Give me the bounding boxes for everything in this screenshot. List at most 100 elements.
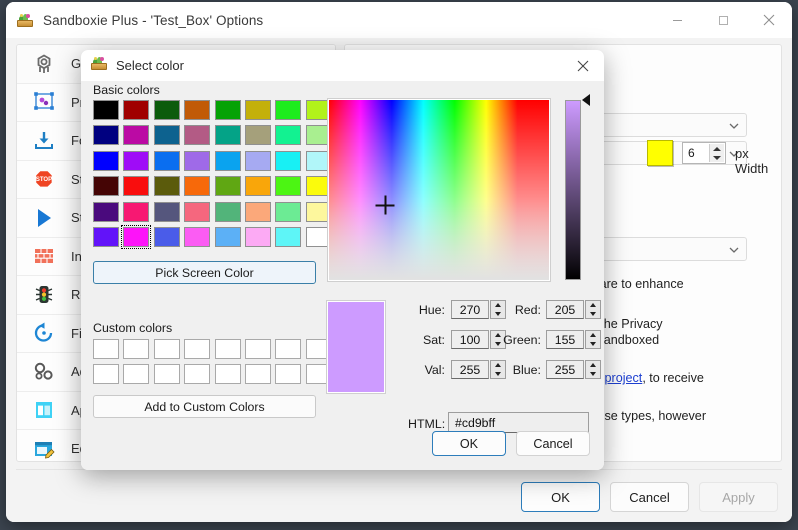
chevron-up-icon[interactable] [590,333,596,338]
basic-color-swatch[interactable] [244,150,271,171]
close-icon[interactable] [746,2,792,38]
px-width-stepper[interactable]: 6 [682,142,726,164]
basic-color-swatch[interactable] [153,176,180,197]
basic-color-swatch[interactable] [275,125,302,146]
basic-color-swatch[interactable] [214,176,241,197]
basic-color-swatch[interactable] [153,226,180,247]
stepper-arrows[interactable] [709,144,724,162]
border-color-swatch[interactable] [647,140,673,166]
custom-color-swatch[interactable] [214,339,241,359]
sv-crosshair-icon[interactable] [375,195,395,215]
add-to-custom-colors-button[interactable]: Add to Custom Colors [93,395,316,418]
basic-color-swatch[interactable] [275,201,302,222]
basic-color-swatch[interactable] [123,176,150,197]
val-value[interactable]: 255 [451,360,489,379]
basic-color-swatch[interactable] [275,226,302,247]
basic-color-swatch[interactable] [93,150,119,171]
basic-color-swatch[interactable] [184,125,211,146]
ok-button[interactable]: OK [521,482,600,512]
sv-gradient[interactable] [329,100,549,280]
custom-color-swatch[interactable] [123,364,150,385]
chevron-up-icon[interactable] [590,303,596,308]
basic-color-swatch[interactable] [184,201,211,222]
basic-color-swatch[interactable] [214,201,241,222]
basic-color-swatch[interactable] [93,100,119,120]
basic-color-swatch[interactable] [184,176,211,197]
close-icon[interactable] [562,50,604,81]
basic-color-swatch[interactable] [153,150,180,171]
green-value[interactable]: 155 [546,330,584,349]
maximize-icon[interactable] [700,2,746,38]
basic-color-swatch[interactable] [93,201,119,222]
minimize-icon[interactable] [654,2,700,38]
value-slider-handle-icon[interactable] [582,94,590,106]
basic-color-swatch[interactable] [184,226,211,247]
custom-color-swatch[interactable] [184,364,211,385]
basic-color-swatch[interactable] [214,226,241,247]
hue-value[interactable]: 270 [451,300,489,319]
basic-color-swatch[interactable] [244,176,271,197]
dialog-cancel-button[interactable]: Cancel [516,431,590,456]
basic-color-swatch[interactable] [244,201,271,222]
chevron-down-icon [728,243,740,255]
blue-value[interactable]: 255 [546,360,584,379]
dropdown-3[interactable] [597,237,747,261]
basic-color-swatch[interactable] [244,100,271,120]
basic-color-swatch[interactable] [184,100,211,120]
chevron-down-icon[interactable] [713,155,721,160]
custom-color-swatch[interactable] [275,364,302,385]
basic-color-swatch[interactable] [93,226,119,247]
apply-button: Apply [699,482,778,512]
basic-color-swatch[interactable] [121,224,152,249]
value-slider[interactable] [565,100,581,280]
basic-color-swatch[interactable] [123,201,150,222]
basic-color-swatch[interactable] [184,150,211,171]
basic-color-swatch[interactable] [214,100,241,120]
cancel-button[interactable]: Cancel [610,482,689,512]
custom-color-swatch[interactable] [275,339,302,359]
basic-color-swatch[interactable] [214,150,241,171]
custom-color-swatch[interactable] [93,339,119,359]
chevron-down-icon[interactable] [590,341,596,346]
custom-color-swatch[interactable] [123,339,150,359]
blue-stepper[interactable] [585,360,601,379]
dialog-ok-button[interactable]: OK [432,431,506,456]
html-color-input[interactable]: #cd9bff [448,412,589,433]
basic-color-swatch[interactable] [153,125,180,146]
basic-color-swatch[interactable] [275,100,302,120]
custom-color-swatch[interactable] [153,339,180,359]
basic-color-swatch[interactable] [214,125,241,146]
basic-color-swatch[interactable] [153,100,180,120]
basic-color-swatch[interactable] [123,100,150,120]
chevron-up-icon[interactable] [713,146,721,151]
basic-color-swatch[interactable] [275,176,302,197]
basic-color-swatch[interactable] [244,125,271,146]
info-text-4: he project, to receive [587,371,704,385]
custom-color-swatch[interactable] [184,339,211,359]
sat-value[interactable]: 100 [451,330,489,349]
custom-color-swatch[interactable] [93,364,119,385]
red-stepper[interactable] [585,300,601,319]
green-stepper[interactable] [585,330,601,349]
custom-color-swatch[interactable] [153,364,180,385]
html-label: HTML: [408,417,446,431]
basic-color-swatch[interactable] [275,150,302,171]
custom-color-swatch[interactable] [244,364,271,385]
basic-color-swatch[interactable] [123,125,150,146]
basic-color-swatch[interactable] [93,125,119,146]
chevron-down-icon[interactable] [590,311,596,316]
chevron-down-icon[interactable] [590,371,596,376]
basic-color-swatch[interactable] [244,226,271,247]
basic-color-swatch[interactable] [153,201,180,222]
green-label: Green: [503,333,541,347]
chevron-up-icon[interactable] [590,363,596,368]
basic-color-swatch[interactable] [93,176,119,197]
window-controls [654,2,792,38]
saturation-value-picker[interactable] [327,98,551,282]
custom-color-swatch[interactable] [214,364,241,385]
basic-color-swatch[interactable] [123,150,150,171]
pick-screen-color-button[interactable]: Pick Screen Color [93,261,316,284]
custom-color-swatch[interactable] [244,339,271,359]
dropdown-1[interactable] [597,113,747,137]
red-value[interactable]: 205 [546,300,584,319]
